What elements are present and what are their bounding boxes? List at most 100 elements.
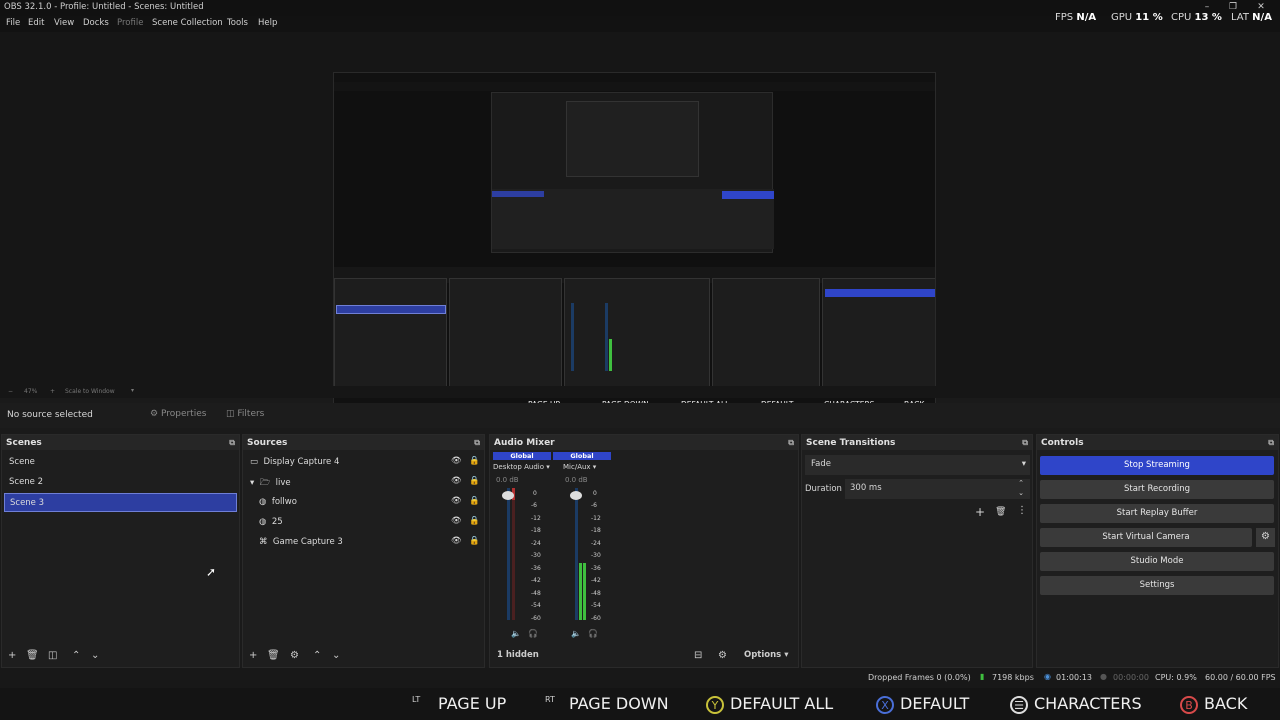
trash-icon[interactable]: 🗑: [26, 650, 39, 661]
audio-toolbar: 1 hidden ⊟ ⚙ Options ▾: [490, 645, 798, 667]
gear-icon[interactable]: ⚙: [290, 650, 299, 661]
controller-hint-bar: LT PAGE UP RT PAGE DOWN Y DEFAULT ALL X DE…: [0, 688, 1280, 720]
db-scale-tick: -12: [531, 515, 541, 522]
move-up-icon[interactable]: ⌃: [72, 650, 80, 661]
start-virtual-camera-button[interactable]: Start Virtual Camera: [1040, 528, 1252, 547]
add-source-icon[interactable]: +: [249, 650, 257, 661]
record-time: 00:00:00: [1113, 673, 1149, 682]
transition-select[interactable]: Fade ▾: [805, 455, 1030, 475]
menu-help[interactable]: Help: [258, 18, 277, 28]
volume-slider-2[interactable]: [570, 491, 582, 500]
layout-icon[interactable]: ⊟: [694, 650, 702, 661]
undock-icon[interactable]: ⧉: [229, 438, 235, 448]
zoom-mode[interactable]: Scale to Window: [65, 388, 115, 395]
source-item[interactable]: ⌘ Game Capture 3 👁 🔒: [245, 533, 482, 552]
channel-name[interactable]: Mic/Aux ▾: [563, 463, 596, 471]
meter-level-green: [579, 563, 582, 620]
volume-meter-1: [507, 488, 510, 620]
trash-icon[interactable]: 🗑: [995, 507, 1006, 517]
duration-spinbox[interactable]: 300 ms ⌃ ⌄: [845, 479, 1030, 499]
nested-stream-button: [722, 191, 774, 199]
settings-button[interactable]: Settings: [1040, 576, 1274, 595]
undock-icon[interactable]: ⧉: [1022, 438, 1028, 448]
speaker-icon[interactable]: 🔈: [571, 629, 581, 638]
eye-icon[interactable]: 👁: [451, 496, 462, 506]
source-group-item[interactable]: ▾ 🗁 live 👁 🔒: [245, 473, 482, 492]
scenes-dock: Scenes ⧉ Scene Scene 2 Scene 3 ➚ + 🗑 ◫ ⌃ …: [1, 434, 240, 668]
source-item[interactable]: ▭ Display Capture 4 👁 🔒: [245, 453, 482, 472]
lock-icon[interactable]: 🔒: [469, 516, 480, 526]
menu-tools[interactable]: Tools: [227, 18, 248, 28]
headphones-icon[interactable]: 🎧: [588, 629, 598, 638]
status-bar: Dropped Frames 0 (0.0%) ▮ 7198 kbps ◉ 01…: [0, 668, 1280, 688]
menu-docks[interactable]: Docks: [83, 18, 109, 28]
spin-up-icon[interactable]: ⌃: [1018, 479, 1024, 487]
undock-icon[interactable]: ⧉: [788, 438, 794, 448]
audio-mixer-dock: Audio Mixer ⧉ Global Desktop Audio ▾ 0.0 …: [489, 434, 799, 668]
more-icon[interactable]: ⋮: [1017, 505, 1027, 516]
scenes-toolbar: + 🗑 ◫ ⌃ ⌄: [2, 645, 239, 667]
zoom-out-icon[interactable]: −: [8, 388, 13, 395]
chevron-down-icon[interactable]: ▾: [131, 387, 134, 394]
eye-icon[interactable]: 👁: [451, 476, 462, 486]
virtual-camera-settings-icon[interactable]: ⚙: [1256, 528, 1275, 547]
channel-volume: 0.0 dB: [565, 476, 588, 484]
undock-icon[interactable]: ⧉: [474, 438, 480, 448]
add-transition-icon[interactable]: +: [975, 505, 985, 519]
filters-button[interactable]: ◫ Filters: [226, 409, 264, 419]
source-item[interactable]: ◍ follwo 👁 🔒: [245, 493, 482, 512]
nested-transitions-dock: [712, 278, 820, 388]
scene-item[interactable]: Scene 2: [4, 473, 237, 492]
add-scene-icon[interactable]: +: [8, 650, 16, 661]
db-scale-tick: -60: [531, 615, 541, 622]
globe-icon: ◍: [259, 517, 267, 527]
start-replay-buffer-button[interactable]: Start Replay Buffer: [1040, 504, 1274, 523]
menu-edit[interactable]: Edit: [28, 18, 44, 28]
scene-item[interactable]: Scene: [4, 453, 237, 472]
zoom-in-icon[interactable]: +: [50, 388, 55, 395]
move-up-icon[interactable]: ⌃: [313, 650, 321, 661]
db-scale-tick: -48: [591, 590, 601, 597]
source-toolbar: No source selected ⚙ Properties ◫ Filter…: [0, 403, 1280, 428]
start-recording-button[interactable]: Start Recording: [1040, 480, 1274, 499]
eye-icon[interactable]: 👁: [451, 516, 462, 526]
properties-button[interactable]: ⚙ Properties: [150, 409, 206, 419]
eye-icon[interactable]: 👁: [451, 536, 462, 546]
dropped-frames: Dropped Frames 0 (0.0%): [868, 673, 971, 682]
lock-icon[interactable]: 🔒: [469, 456, 480, 466]
lock-icon[interactable]: 🔒: [469, 496, 480, 506]
menu-file[interactable]: File: [6, 18, 20, 28]
gear-icon: ⚙: [150, 409, 159, 419]
scene-item-selected[interactable]: Scene 3: [4, 493, 237, 512]
db-scale-tick: -6: [531, 502, 537, 509]
menu-scene-collection[interactable]: Scene Collection: [152, 18, 223, 28]
preview-area[interactable]: PAGE UP PAGE DOWN DEFAULT ALL DEFAULT CH…: [0, 32, 1280, 411]
move-down-icon[interactable]: ⌄: [91, 650, 99, 661]
stop-streaming-button[interactable]: Stop Streaming: [1040, 456, 1274, 475]
options-button[interactable]: Options ▾: [744, 650, 789, 660]
channel-name[interactable]: Desktop Audio ▾: [493, 463, 550, 471]
lock-icon[interactable]: 🔒: [469, 476, 480, 486]
move-down-icon[interactable]: ⌄: [332, 650, 340, 661]
lock-icon[interactable]: 🔒: [469, 536, 480, 546]
trash-icon[interactable]: 🗑: [267, 650, 280, 661]
menu-profile[interactable]: Profile: [117, 18, 143, 28]
advanced-settings-icon[interactable]: ⚙: [718, 650, 727, 661]
studio-mode-button[interactable]: Studio Mode: [1040, 552, 1274, 571]
collapse-icon[interactable]: ▾: [250, 478, 254, 488]
zoom-level[interactable]: 47%: [24, 388, 37, 395]
spin-down-icon[interactable]: ⌄: [1018, 489, 1024, 497]
volume-slider-1[interactable]: [502, 491, 514, 500]
hint-page-down: PAGE DOWN: [569, 694, 669, 713]
signal-icon: ▮: [980, 672, 985, 681]
speaker-icon[interactable]: 🔈: [511, 629, 521, 638]
nested-scene3-selected: [336, 305, 446, 314]
source-item[interactable]: ◍ 25 👁 🔒: [245, 513, 482, 532]
db-scale-tick: -30: [531, 552, 541, 559]
nested-preview-deep: [566, 101, 699, 177]
headphones-icon[interactable]: 🎧: [528, 629, 538, 638]
undock-icon[interactable]: ⧉: [1268, 438, 1274, 448]
eye-icon[interactable]: 👁: [451, 456, 462, 466]
filter-icon[interactable]: ◫: [48, 650, 57, 661]
menu-view[interactable]: View: [54, 18, 74, 28]
